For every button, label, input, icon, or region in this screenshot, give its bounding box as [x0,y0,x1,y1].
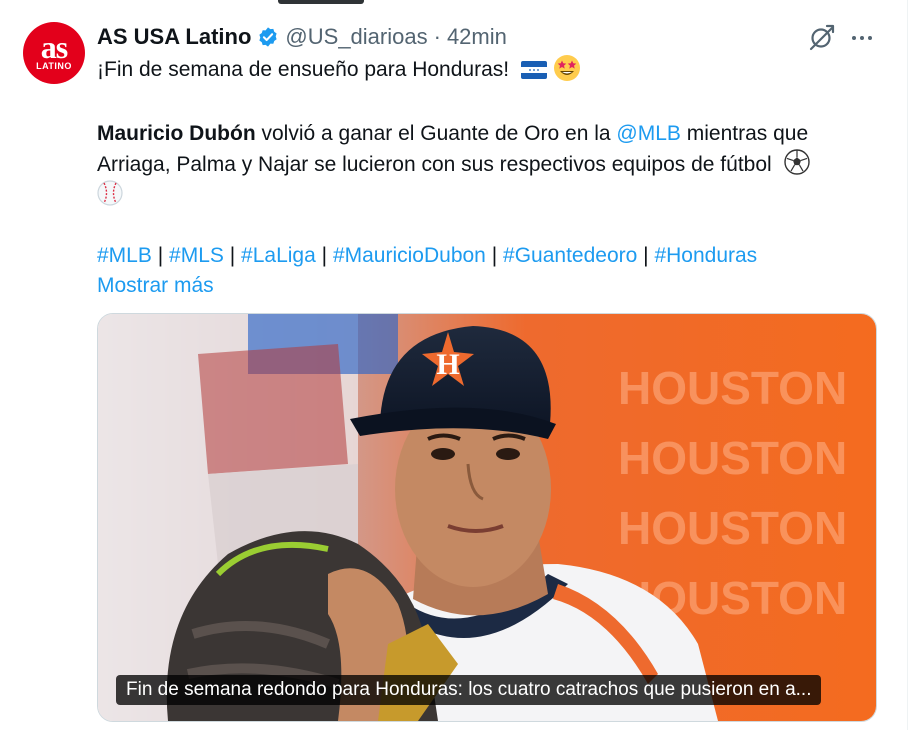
hashtag-guantedeoro[interactable]: #Guantedeoro [503,244,637,267]
tweet-line-3: Arriaga, Palma y Najar se lucieron con s… [97,149,887,180]
hashtag-honduras[interactable]: #Honduras [654,244,757,267]
mention-mlb[interactable]: @MLB [616,122,681,145]
tweet-header: AS USA Latino @US_diarioas · 42min [97,22,507,52]
hashtag-separator: | [321,244,328,267]
hashtag-line: #MLB | #MLS | #LaLiga | #MauricioDubon |… [97,241,887,271]
cap-logo-letter: H [436,348,459,381]
tweet-line-4 [97,180,887,211]
star-struck-emoji-icon [553,55,580,81]
bold-player-name: Mauricio Dubón [97,122,256,145]
soccer-ball-icon [783,149,810,175]
baseball-icon [97,180,123,206]
tweet-text: ¡Fin de semana de ensueño para Honduras!… [97,54,887,301]
body-text-part-1: volvió a ganar el Guante de Oro en la [255,122,617,145]
player-photo[interactable]: HOUSTON HOUSTON HOUSTON HOUSTON H [98,314,876,721]
honduras-flag-icon [520,61,547,79]
svg-text:HOUSTON: HOUSTON [618,502,847,554]
tweet-card[interactable]: as LATINO AS USA Latino @US_diarioas · 4… [0,0,908,730]
hashtag-separator: | [491,244,498,267]
tweet-timestamp[interactable]: 42min [447,24,507,50]
hashtag-laliga[interactable]: #LaLiga [241,244,316,267]
hashtag-separator: | [157,244,164,267]
verified-badge-icon[interactable] [257,26,279,48]
show-more-link[interactable]: Mostrar más [97,271,887,301]
svg-text:HOUSTON: HOUSTON [618,432,847,484]
meta-separator: · [433,24,441,49]
tweet-line-1: ¡Fin de semana de ensueño para Honduras! [97,54,887,85]
hashtag-separator: | [229,244,236,267]
hashtag-mauriciodubon[interactable]: #MauricioDubon [333,244,486,267]
media-card[interactable]: HOUSTON HOUSTON HOUSTON HOUSTON H Fin de… [97,313,877,722]
tweet-headline: ¡Fin de semana de ensueño para Honduras! [97,58,510,81]
avatar-logo-subtext: LATINO [36,61,72,71]
tweet-line-2: Mauricio Dubón volvió a ganar el Guante … [97,119,887,149]
avatar[interactable]: as LATINO [23,22,85,84]
body-text-part-2: mientras que [680,122,809,145]
hashtag-separator: | [643,244,649,267]
author-handle[interactable]: @US_diarioas [285,24,427,50]
body-text-line-2: Arriaga, Palma y Najar se lucieron con s… [97,153,772,176]
hashtag-mls[interactable]: #MLS [169,244,224,267]
author-name[interactable]: AS USA Latino [97,24,251,50]
avatar-logo-text: as [40,29,68,65]
more-options-icon[interactable] [846,22,878,54]
svg-text:HOUSTON: HOUSTON [618,362,847,414]
media-caption: Fin de semana redondo para Honduras: los… [116,675,822,705]
grok-icon[interactable] [805,22,837,54]
hashtag-mlb[interactable]: #MLB [97,244,152,267]
